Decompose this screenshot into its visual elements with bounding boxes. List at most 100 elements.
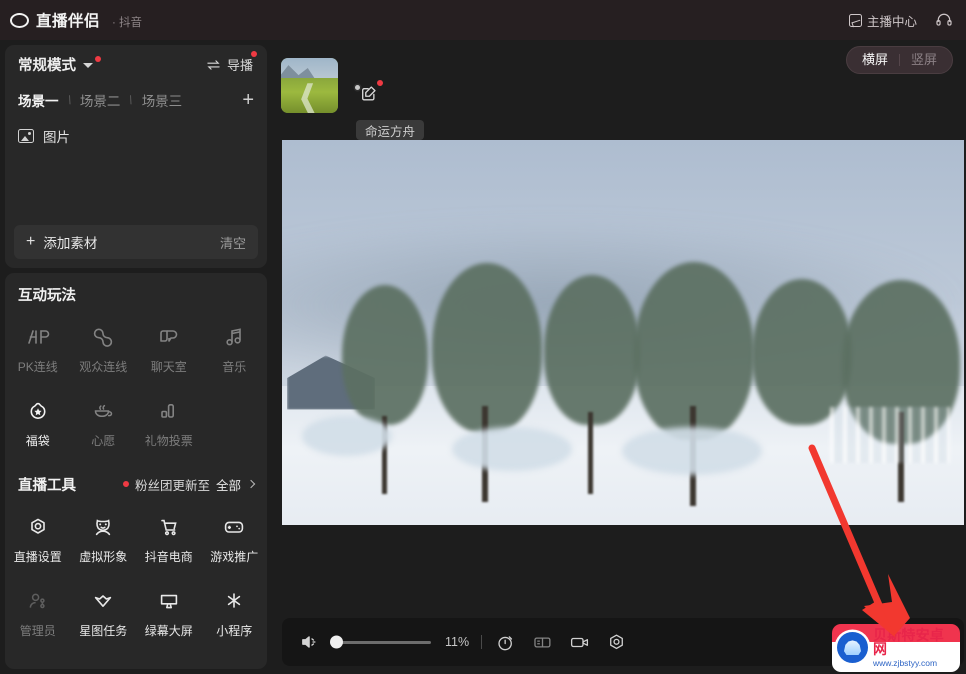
gift-vote-icon [154,395,184,427]
tool-game-promotion[interactable]: 游戏推广 [202,505,268,579]
tool-admin[interactable]: 管理员 [5,579,71,653]
tool-empty-slot [202,389,268,463]
tool-pk-link[interactable]: PK连线 [5,315,71,389]
game-title-tag[interactable]: 命运方舟 [356,120,425,140]
split-screen-button[interactable] [531,631,553,653]
camera-button[interactable] [568,631,590,653]
monitor-icon [154,585,184,617]
watermark-content: 贝斯特安卓网 www.zjbstyy.com [832,627,960,672]
add-scene-icon[interactable]: + [242,90,254,110]
video-snow-bush [452,427,572,472]
settings-button[interactable] [605,631,627,653]
chart-icon [848,13,862,27]
interaction-section-header: 互动玩法 [5,273,267,315]
video-fence [830,407,950,464]
anchor-center-button[interactable]: 主播中心 [848,11,917,30]
tool-green-screen[interactable]: 绿幕大屏 [136,579,202,653]
admin-user-icon [23,585,53,617]
swap-arrows-icon [206,58,221,70]
tool-label: 心愿 [91,434,116,448]
avatar-icon [88,511,118,543]
tool-gift-vote[interactable]: 礼物投票 [136,389,202,463]
preview-header: 命运方舟 横屏 竖屏 [272,40,966,140]
volume-slider-handle[interactable] [330,635,343,649]
site-watermark: 贝斯特安卓网 www.zjbstyy.com [832,624,960,672]
tool-live-settings[interactable]: 直播设置 [5,505,71,579]
title-bar-actions: 主播中心 [848,11,953,30]
app-logo: 直播伴侣 · 抖音 [10,9,142,31]
add-material-button[interactable]: 添加素材 [43,232,97,252]
director-button[interactable]: 导播 [206,50,257,74]
tool-label: 小程序 [216,624,253,638]
mode-badge-dot [95,56,101,62]
chevron-down-icon[interactable] [83,63,93,68]
scene-tabs: 场景一 \ 场景二 \ 场景三 + [5,83,267,117]
chevron-right-icon [246,479,256,489]
tool-mini-program[interactable]: 小程序 [202,579,268,653]
title-bar: 直播伴侣 · 抖音 主播中心 [0,0,966,40]
video-snow-bush [622,426,762,475]
scene-panel: 常规模式 导播 场景一 \ 场景二 \ 场景三 + 图片 + 添加素材 清空 [5,45,267,268]
live-tools-grid: 直播设置 虚拟形象 抖音电商 游戏推广 管理员 星图任务 绿幕大屏 小程序 [5,505,267,653]
tool-star-map-task[interactable]: 星图任务 [71,579,137,653]
game-cover-thumbnail[interactable] [281,58,338,113]
tool-label: 直播设置 [13,550,62,564]
orientation-portrait[interactable]: 竖屏 [900,46,948,74]
volume-percent-label: 11% [445,635,470,649]
scene-tab-1[interactable]: 场景一 [18,90,59,110]
tool-label: 音乐 [222,360,247,374]
tool-label: 管理员 [19,624,56,638]
watermark-texts: 贝斯特安卓网 www.zjbstyy.com [873,627,954,668]
scene-tab-3[interactable]: 场景三 [142,90,183,110]
tool-label: 聊天室 [150,360,187,374]
edit-square-icon [360,86,378,106]
tool-label: 虚拟形象 [79,550,128,564]
interaction-grid: PK连线 观众连线 聊天室 音乐 福袋 心愿 礼物投票 [5,315,267,463]
music-note-icon [219,321,249,353]
fans-update-link[interactable]: 粉丝团更新至 全部 [122,475,256,494]
tool-label: 星图任务 [79,624,128,638]
edit-cover-button[interactable] [360,80,383,107]
plus-icon: + [26,233,36,250]
timer-button[interactable] [494,631,516,653]
tool-lucky-bag[interactable]: 福袋 [5,389,71,463]
shell-glyph [844,640,861,656]
main-area: 命运方舟 横屏 竖屏 11% 贝斯特安卓网 www.zjbstyy.com [272,40,966,674]
live-tools-section-header: 直播工具 粉丝团更新至 全部 [5,463,267,505]
tool-chatroom[interactable]: 聊天室 [136,315,202,389]
anchor-center-label: 主播中心 [866,14,917,29]
toolbar-divider [481,635,482,649]
pk-icon [23,321,53,353]
tool-virtual-avatar[interactable]: 虚拟形象 [71,505,137,579]
director-label: 导播 [226,57,253,73]
tool-audience-link[interactable]: 观众连线 [71,315,137,389]
mode-row: 常规模式 导播 [5,45,267,83]
image-icon [18,129,34,143]
tool-label: 礼物投票 [144,434,193,448]
mode-label[interactable]: 常规模式 [18,54,76,75]
snowy-landscape-preview[interactable] [282,140,964,525]
orientation-landscape[interactable]: 横屏 [851,46,899,74]
shell-logo-icon [837,632,868,664]
video-tree [544,274,640,425]
speaker-muted-icon[interactable] [300,633,320,651]
interaction-section-title: 互动玩法 [18,287,76,304]
live-settings-icon [23,511,53,543]
layer-item-image[interactable]: 图片 [18,124,254,148]
tool-douyin-ecommerce[interactable]: 抖音电商 [136,505,202,579]
app-window: 直播伴侣 · 抖音 主播中心 常规模式 导播 场景一 \ 场景二 \ 场景三 +… [0,0,966,674]
video-tree-trunk [588,412,593,495]
clear-button[interactable]: 清空 [220,233,246,252]
edit-badge-dot [377,80,383,86]
gamepad-icon [219,511,249,543]
shopping-cart-icon [154,511,184,543]
tool-music[interactable]: 音乐 [202,315,268,389]
headset-icon[interactable] [935,11,953,29]
tool-label: 福袋 [25,434,50,448]
tool-label: 观众连线 [79,360,128,374]
scene-tab-separator: \ [127,92,135,108]
scene-tab-2[interactable]: 场景二 [80,90,121,110]
tool-label: 游戏推广 [210,550,259,564]
volume-slider[interactable] [330,635,431,649]
tool-wish[interactable]: 心愿 [71,389,137,463]
